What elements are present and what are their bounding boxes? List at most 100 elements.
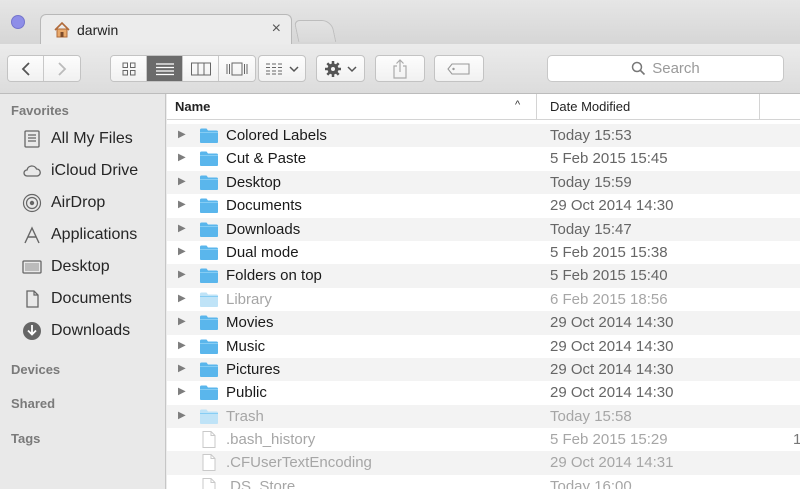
disclosure-triangle-icon[interactable]: ▶	[178, 199, 186, 210]
disclosure-triangle-icon[interactable]: ▶	[178, 316, 186, 327]
folder-icon	[199, 174, 219, 191]
sidebar-item-label: Desktop	[51, 258, 110, 275]
file-date-modified: 29 Oct 2014 14:30	[550, 360, 674, 378]
action-button[interactable]	[316, 55, 365, 82]
file-icon	[199, 454, 219, 472]
file-date-modified: 29 Oct 2014 14:30	[550, 197, 674, 215]
file-date-modified: 5 Feb 2015 15:29	[550, 431, 668, 449]
folder-icon	[199, 314, 219, 331]
folder-icon	[199, 408, 219, 425]
file-date-modified: 5 Feb 2015 15:40	[550, 267, 668, 285]
sidebar-heading-tags[interactable]: Tags	[11, 431, 40, 446]
column-header-bar: Name ^ Date Modified	[167, 94, 800, 120]
file-name: Movies	[226, 314, 274, 332]
grid-icon	[122, 62, 135, 75]
window-close-button[interactable]	[11, 15, 25, 29]
icon-view-button[interactable]	[111, 56, 147, 81]
applications-icon	[24, 226, 40, 244]
tab-title: darwin	[77, 22, 119, 38]
sidebar-item-label: All My Files	[51, 130, 133, 147]
home-icon	[54, 21, 70, 38]
disclosure-triangle-icon[interactable]: ▶	[178, 269, 186, 280]
table-row[interactable]: ▶ Folders on top 5 Feb 2015 15:40	[167, 264, 800, 288]
table-row[interactable]: ▶ Pictures 29 Oct 2014 14:30	[167, 357, 800, 382]
disclosure-triangle-icon[interactable]: ▶	[178, 293, 186, 304]
file-date-modified: Today 15:47	[550, 220, 632, 238]
table-row[interactable]: .bash_history 5 Feb 2015 15:29 1	[167, 428, 800, 451]
table-row[interactable]: ▶ Colored Labels Today 15:53	[167, 124, 800, 148]
search-icon	[631, 61, 646, 76]
sidebar-heading-devices[interactable]: Devices	[11, 362, 60, 377]
file-name: .bash_history	[226, 431, 316, 449]
all-files-icon	[24, 130, 40, 148]
cover-flow-button[interactable]	[219, 56, 255, 81]
file-name: Downloads	[226, 220, 301, 238]
share-button[interactable]	[375, 55, 425, 82]
table-row[interactable]: ▶ Movies 29 Oct 2014 14:30	[167, 311, 800, 335]
disclosure-triangle-icon[interactable]: ▶	[178, 246, 186, 257]
table-row[interactable]: .CFUserTextEncoding 29 Oct 2014 14:31	[167, 451, 800, 475]
file-name: Dual mode	[226, 243, 299, 261]
table-row[interactable]: ▶ Cut & Paste 5 Feb 2015 15:45	[167, 147, 800, 170]
search-field[interactable]: Search	[547, 55, 784, 82]
forward-button[interactable]	[44, 56, 80, 81]
toolbar: Search	[0, 44, 800, 94]
disclosure-triangle-icon[interactable]: ▶	[178, 386, 186, 397]
disclosure-triangle-icon[interactable]: ▶	[178, 129, 186, 140]
file-name: Colored Labels	[226, 127, 327, 144]
sort-ascending-icon[interactable]: ^	[515, 99, 520, 111]
disclosure-triangle-icon[interactable]: ▶	[178, 152, 186, 163]
sidebar-item-airdrop[interactable]: AirDrop	[22, 190, 162, 216]
sidebar-item-documents[interactable]: Documents	[22, 286, 162, 312]
sidebar-heading-shared[interactable]: Shared	[11, 396, 55, 411]
chevron-right-icon	[58, 61, 67, 76]
disclosure-triangle-icon[interactable]: ▶	[178, 340, 186, 351]
column-divider[interactable]	[759, 94, 760, 120]
column-header-date-modified[interactable]: Date Modified	[550, 99, 630, 114]
title-bar: darwin ×	[0, 0, 800, 46]
tags-button[interactable]	[434, 55, 484, 82]
sidebar-item-desktop[interactable]: Desktop	[22, 254, 162, 280]
table-row[interactable]: ▶ Downloads Today 15:47	[167, 217, 800, 241]
download-icon	[23, 322, 41, 340]
file-name: Music	[226, 337, 266, 355]
back-button[interactable]	[8, 56, 44, 81]
table-row[interactable]: ▶ Music 29 Oct 2014 14:30	[167, 335, 800, 358]
disclosure-triangle-icon[interactable]: ▶	[178, 223, 186, 234]
arrange-button[interactable]	[258, 55, 306, 82]
tab-darwin[interactable]: darwin ×	[40, 14, 292, 46]
sidebar-item-icloud-drive[interactable]: iCloud Drive	[22, 158, 162, 184]
file-date-modified: 5 Feb 2015 15:38	[550, 243, 668, 261]
folder-icon	[199, 197, 219, 214]
sidebar-item-downloads[interactable]: Downloads	[22, 318, 162, 344]
tab-close-icon[interactable]: ×	[272, 20, 281, 38]
table-row[interactable]: ▶ Public 29 Oct 2014 14:30	[167, 381, 800, 404]
column-header-name[interactable]: Name	[175, 99, 210, 114]
table-row[interactable]: ▶ Library 6 Feb 2015 18:56	[167, 288, 800, 311]
list-view-button[interactable]	[147, 56, 183, 81]
disclosure-triangle-icon[interactable]: ▶	[178, 363, 186, 374]
column-view-button[interactable]	[183, 56, 219, 81]
new-tab-button[interactable]	[293, 20, 337, 42]
tag-icon	[447, 62, 470, 75]
folder-icon	[199, 267, 219, 284]
sidebar: Favorites All My Files iCloud Drive AirD…	[0, 94, 166, 489]
table-row[interactable]: ▶ Dual mode 5 Feb 2015 15:38	[167, 241, 800, 264]
disclosure-triangle-icon[interactable]: ▶	[178, 410, 186, 421]
column-divider[interactable]	[536, 94, 537, 120]
table-row[interactable]: ▶ Documents 29 Oct 2014 14:30	[167, 194, 800, 217]
file-date-modified: Today 15:58	[550, 407, 632, 425]
table-row[interactable]: ▶ Desktop Today 15:59	[167, 170, 800, 195]
file-date-modified: 5 Feb 2015 15:45	[550, 150, 668, 168]
disclosure-triangle-icon[interactable]: ▶	[178, 176, 186, 187]
folder-icon	[199, 150, 219, 167]
sidebar-item-all-my-files[interactable]: All My Files	[22, 126, 162, 152]
file-name: Folders on top	[226, 267, 322, 285]
sidebar-item-applications[interactable]: Applications	[22, 222, 162, 248]
file-size-partial: 1	[793, 431, 800, 449]
file-name: Pictures	[226, 360, 281, 378]
columns-icon	[190, 62, 211, 75]
file-name: .CFUserTextEncoding	[226, 454, 372, 472]
table-row[interactable]: ▶ Trash Today 15:58	[167, 404, 800, 429]
table-row[interactable]: .DS_Store Today 16:00	[167, 475, 800, 489]
